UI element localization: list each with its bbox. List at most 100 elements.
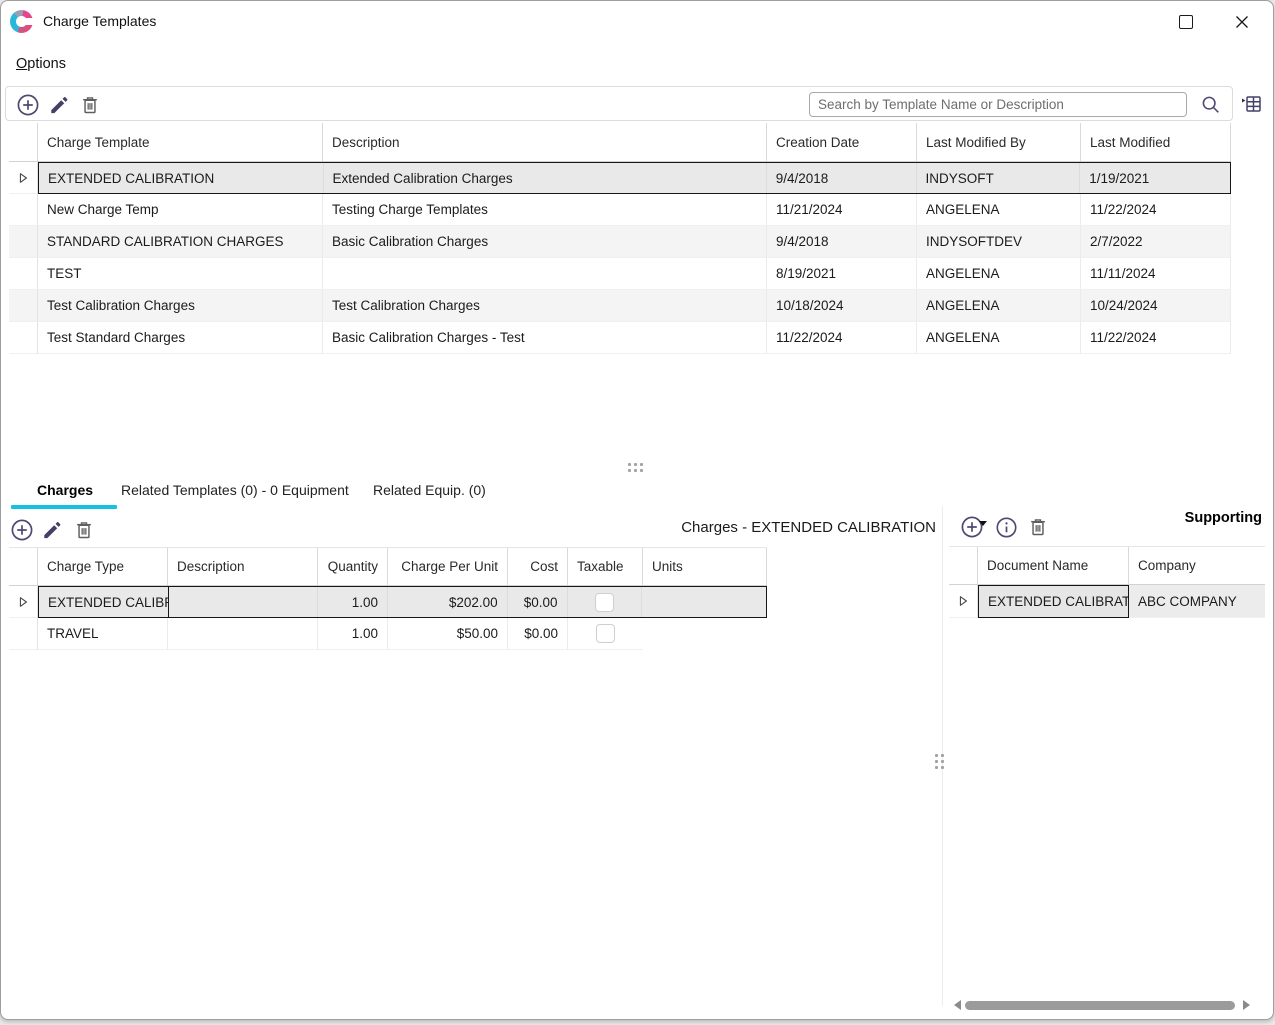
col-header-charge-type[interactable]: Charge Type (38, 548, 168, 585)
add-charge-button[interactable] (9, 517, 35, 543)
cell-creation-date[interactable]: 11/21/2024 (767, 194, 917, 226)
col-header-company[interactable]: Company (1129, 547, 1265, 584)
cell-charge-template[interactable]: EXTENDED CALIBRATION (39, 163, 324, 193)
scrollbar-thumb[interactable] (965, 1001, 1235, 1010)
cell-cost[interactable]: $0.00 (508, 587, 568, 617)
search-button[interactable] (1198, 92, 1224, 118)
cell-charge-template[interactable]: Test Calibration Charges (38, 290, 323, 322)
cell-creation-date[interactable]: 10/18/2024 (767, 290, 917, 322)
cell-description[interactable]: Basic Calibration Charges - Test (323, 322, 767, 354)
cell-units[interactable] (642, 587, 766, 617)
col-header-quantity[interactable]: Quantity (318, 548, 388, 585)
scroll-right-arrow[interactable] (1243, 1000, 1250, 1010)
table-row[interactable]: Test Standard Charges Basic Calibration … (9, 322, 1231, 354)
cell-last-modified-by[interactable]: ANGELENA (917, 194, 1081, 226)
vertical-splitter-handle[interactable] (935, 754, 944, 769)
cell-creation-date[interactable]: 9/4/2018 (767, 226, 917, 258)
table-row[interactable]: TRAVEL 1.00 $50.00 $0.00 (9, 618, 767, 650)
cell-last-modified[interactable]: 11/22/2024 (1081, 322, 1231, 354)
add-document-button[interactable] (959, 514, 985, 540)
cell-description[interactable]: Basic Calibration Charges (323, 226, 767, 258)
cell-last-modified[interactable]: 11/22/2024 (1081, 194, 1231, 226)
col-header-description[interactable]: Description (323, 123, 767, 161)
tab-charges[interactable]: Charges (37, 482, 93, 498)
tab-related-templates[interactable]: Related Templates (0) - 0 Equipment (121, 482, 349, 498)
cell-charge-template[interactable]: New Charge Temp (38, 194, 323, 226)
cell-description[interactable]: Testing Charge Templates (323, 194, 767, 226)
table-row[interactable]: Test Calibration Charges Test Calibratio… (9, 290, 1231, 322)
cell-last-modified-by[interactable]: INDYSOFTDEV (917, 226, 1081, 258)
column-chooser-button[interactable] (1237, 91, 1265, 117)
taxable-checkbox[interactable] (596, 624, 615, 643)
col-header-last-modified-by[interactable]: Last Modified By (917, 123, 1081, 161)
cell-last-modified-by[interactable]: INDYSOFT (917, 163, 1081, 193)
cell-description[interactable] (169, 587, 319, 617)
horizontal-scrollbar[interactable] (949, 997, 1267, 1013)
cell-description[interactable]: Extended Calibration Charges (324, 163, 767, 193)
col-header-creation-date[interactable]: Creation Date (767, 123, 917, 161)
col-header-cost[interactable]: Cost (508, 548, 568, 585)
maximize-button[interactable] (1169, 9, 1203, 35)
cell-taxable[interactable] (568, 587, 643, 617)
edit-template-button[interactable] (46, 92, 72, 118)
add-template-button[interactable] (15, 92, 41, 118)
edit-charge-button[interactable] (39, 517, 65, 543)
cell-last-modified-by[interactable]: ANGELENA (917, 258, 1081, 290)
cell-quantity[interactable]: 1.00 (318, 618, 388, 650)
cell-charge-per-unit[interactable]: $50.00 (388, 618, 508, 650)
col-header-charge-per-unit[interactable]: Charge Per Unit (388, 548, 508, 585)
col-header-charge-template[interactable]: Charge Template (38, 123, 323, 161)
delete-template-button[interactable] (77, 92, 103, 118)
header-indicator-cell (9, 123, 38, 161)
cell-charge-template[interactable]: STANDARD CALIBRATION CHARGES (38, 226, 323, 258)
cell-last-modified[interactable]: 1/19/2021 (1080, 163, 1230, 193)
cell-creation-date[interactable]: 9/4/2018 (767, 163, 917, 193)
cell-taxable[interactable] (568, 618, 643, 650)
document-info-button[interactable] (993, 514, 1019, 540)
cell-quantity[interactable]: 1.00 (318, 587, 388, 617)
cell-last-modified-by[interactable]: ANGELENA (917, 290, 1081, 322)
col-header-taxable[interactable]: Taxable (568, 548, 643, 585)
cell-description[interactable] (168, 618, 318, 650)
templates-toolbar-panel (5, 86, 1233, 121)
tab-strip: Charges Related Templates (0) - 0 Equipm… (1, 479, 941, 511)
cell-description[interactable] (323, 258, 767, 290)
table-row[interactable]: EXTENDED CALIBRATION Extended Calibratio… (9, 162, 1231, 194)
table-row[interactable]: EXTENDED CALIBRATI ABC COMPANY (949, 585, 1265, 618)
cell-cost[interactable]: $0.00 (508, 618, 568, 650)
cell-last-modified-by[interactable]: ANGELENA (917, 322, 1081, 354)
table-row[interactable]: New Charge Temp Testing Charge Templates… (9, 194, 1231, 226)
cell-charge-type[interactable]: EXTENDED CALIBR (39, 587, 169, 617)
cell-charge-per-unit[interactable]: $202.00 (388, 587, 508, 617)
scroll-left-arrow[interactable] (954, 1000, 961, 1010)
col-header-description[interactable]: Description (168, 548, 318, 585)
cell-document-name[interactable]: EXTENDED CALIBRATI (978, 585, 1129, 618)
delete-document-button[interactable] (1025, 514, 1051, 540)
cell-description[interactable]: Test Calibration Charges (323, 290, 767, 322)
close-button[interactable] (1225, 9, 1259, 35)
table-row[interactable]: STANDARD CALIBRATION CHARGES Basic Calib… (9, 226, 1231, 258)
cell-charge-template[interactable]: TEST (38, 258, 323, 290)
horizontal-splitter-handle[interactable] (628, 463, 643, 472)
cell-creation-date[interactable]: 8/19/2021 (767, 258, 917, 290)
cell-last-modified[interactable]: 2/7/2022 (1081, 226, 1231, 258)
column-chooser-icon (1239, 92, 1263, 116)
table-row[interactable]: TEST 8/19/2021 ANGELENA 11/11/2024 (9, 258, 1231, 290)
cell-charge-template[interactable]: Test Standard Charges (38, 322, 323, 354)
cell-charge-type[interactable]: TRAVEL (38, 618, 168, 650)
cell-creation-date[interactable]: 11/22/2024 (767, 322, 917, 354)
col-header-units[interactable]: Units (643, 548, 767, 585)
charges-grid: Charge Type Description Quantity Charge … (9, 547, 767, 650)
table-row[interactable]: EXTENDED CALIBR 1.00 $202.00 $0.00 (9, 586, 767, 618)
col-header-document-name[interactable]: Document Name (978, 547, 1129, 584)
cell-company[interactable]: ABC COMPANY (1129, 585, 1265, 618)
search-input[interactable] (809, 92, 1187, 117)
menu-options[interactable]: Options (12, 54, 70, 74)
cell-last-modified[interactable]: 10/24/2024 (1081, 290, 1231, 322)
col-header-last-modified[interactable]: Last Modified (1081, 123, 1231, 161)
delete-charge-button[interactable] (71, 517, 97, 543)
tab-related-equipment[interactable]: Related Equip. (0) (373, 482, 486, 498)
cell-last-modified[interactable]: 11/11/2024 (1081, 258, 1231, 290)
taxable-checkbox[interactable] (595, 593, 614, 612)
cell-units[interactable] (643, 618, 767, 650)
